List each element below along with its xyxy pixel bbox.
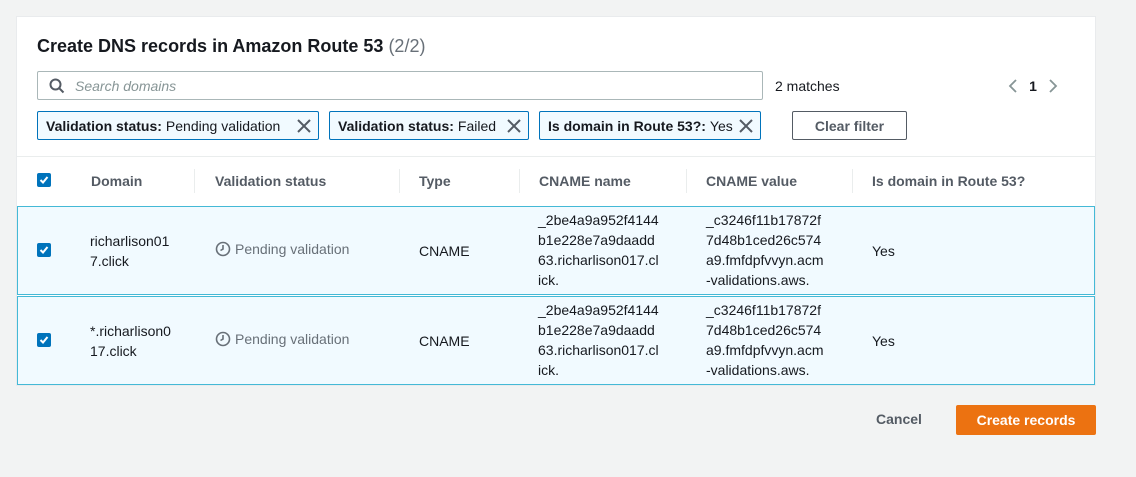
table-row[interactable]: richarlison01 7.click Pending validation…	[17, 206, 1095, 295]
chevron-right-icon	[1049, 79, 1058, 93]
search-box[interactable]	[37, 71, 763, 100]
cname-name-line: ick.	[538, 272, 559, 288]
cname-name-line: ick.	[538, 362, 559, 378]
cname-name-line: 63.richarlison017.cl	[538, 252, 659, 268]
column-domain[interactable]: Domain	[91, 173, 142, 189]
row-checkbox[interactable]	[37, 333, 51, 347]
next-page-button[interactable]	[1043, 75, 1063, 97]
check-icon	[39, 176, 49, 184]
cname-name-line: 63.richarlison017.cl	[538, 342, 659, 358]
cname-name-line: _2be4a9a952f4144	[538, 212, 659, 228]
filter-value: Yes	[709, 117, 733, 134]
remove-filter-button[interactable]	[296, 118, 312, 134]
filter-token-failed: Validation status: Failed	[329, 111, 529, 140]
remove-filter-button[interactable]	[738, 118, 754, 134]
clock-icon	[215, 241, 231, 257]
table-header: Domain Validation status Type CNAME name…	[17, 157, 1095, 205]
search-input[interactable]	[73, 76, 717, 95]
in-route53-cell: Yes	[872, 243, 895, 259]
current-page[interactable]: 1	[1023, 78, 1043, 94]
check-icon	[39, 246, 49, 254]
column-resizer[interactable]	[194, 169, 195, 193]
cname-name-cell: _2be4a9a952f4144 b1e228e7a9daadd 63.rich…	[538, 210, 659, 290]
remove-filter-button[interactable]	[506, 118, 522, 134]
filter-token-pending: Validation status: Pending validation	[37, 111, 319, 140]
status-text: Pending validation	[235, 331, 350, 347]
chevron-left-icon	[1008, 79, 1017, 93]
status-text: Pending validation	[235, 241, 350, 257]
filter-key: Is domain in Route 53?:	[548, 117, 706, 134]
domain-cell: *.richarlison0 17.click	[90, 321, 171, 361]
cname-value-line: _c3246f11b17872f	[706, 302, 821, 318]
close-icon	[739, 118, 753, 133]
column-cname-name[interactable]: CNAME name	[539, 173, 631, 189]
cname-value-cell: _c3246f11b17872f 7d48b1ced26c574 a9.fmfd…	[706, 210, 824, 290]
close-icon	[507, 118, 521, 133]
cancel-button[interactable]: Cancel	[876, 411, 922, 427]
filter-value: Failed	[457, 117, 497, 134]
column-resizer[interactable]	[519, 169, 520, 193]
filter-value: Pending validation	[165, 117, 281, 134]
column-resizer[interactable]	[399, 169, 400, 193]
table-row[interactable]: *.richarlison0 17.click Pending validati…	[17, 296, 1095, 385]
cname-name-line: b1e228e7a9daadd	[538, 232, 655, 248]
type-cell: CNAME	[419, 243, 470, 259]
cname-value-line: -validations.aws.	[706, 272, 810, 288]
cname-value-cell: _c3246f11b17872f 7d48b1ced26c574 a9.fmfd…	[706, 300, 824, 380]
column-type[interactable]: Type	[419, 173, 451, 189]
domain-line: 17.click	[90, 343, 137, 359]
title-count: (2/2)	[388, 36, 426, 56]
domain-line: *.richarlison0	[90, 323, 171, 339]
search-icon	[49, 78, 65, 93]
domain-line: richarlison01	[90, 233, 170, 249]
row-checkbox[interactable]	[37, 243, 51, 257]
domain-line: 7.click	[90, 253, 129, 269]
column-resizer[interactable]	[852, 169, 853, 193]
cname-value-line: _c3246f11b17872f	[706, 212, 821, 228]
domain-cell: richarlison01 7.click	[90, 231, 169, 271]
pagination: 1	[1003, 75, 1063, 97]
cname-name-line: _2be4a9a952f4144	[538, 302, 659, 318]
filter-key: Validation status:	[338, 117, 454, 134]
matches-count: 2 matches	[775, 78, 840, 94]
clear-filter-button[interactable]: Clear filter	[792, 111, 907, 140]
cname-value-line: 7d48b1ced26c574	[706, 322, 822, 338]
cname-value-line: a9.fmfdpfvvyn.acm	[706, 252, 824, 268]
cname-name-cell: _2be4a9a952f4144 b1e228e7a9daadd 63.rich…	[538, 300, 659, 380]
cname-name-line: b1e228e7a9daadd	[538, 322, 655, 338]
prev-page-button[interactable]	[1003, 75, 1023, 97]
check-icon	[39, 336, 49, 344]
filter-key: Validation status:	[46, 117, 162, 134]
select-all-checkbox[interactable]	[37, 173, 51, 187]
in-route53-cell: Yes	[872, 333, 895, 349]
close-icon	[297, 118, 311, 133]
create-records-button[interactable]: Create records	[956, 405, 1096, 435]
validation-status: Pending validation	[215, 241, 349, 257]
validation-status: Pending validation	[215, 331, 349, 347]
column-resizer[interactable]	[686, 169, 687, 193]
page-title: Create DNS records in Amazon Route 53 (2…	[37, 36, 425, 57]
title-text: Create DNS records in Amazon Route 53	[37, 36, 384, 56]
column-in-route53[interactable]: Is domain in Route 53?	[872, 173, 1025, 189]
dns-records-panel: Create DNS records in Amazon Route 53 (2…	[16, 16, 1096, 386]
filter-token-route53: Is domain in Route 53?: Yes	[539, 111, 761, 140]
cname-value-line: -validations.aws.	[706, 362, 810, 378]
cname-value-line: a9.fmfdpfvvyn.acm	[706, 342, 824, 358]
clock-icon	[215, 331, 231, 347]
column-cname-value[interactable]: CNAME value	[706, 173, 797, 189]
type-cell: CNAME	[419, 333, 470, 349]
column-validation-status[interactable]: Validation status	[215, 173, 326, 189]
cname-value-line: 7d48b1ced26c574	[706, 232, 822, 248]
